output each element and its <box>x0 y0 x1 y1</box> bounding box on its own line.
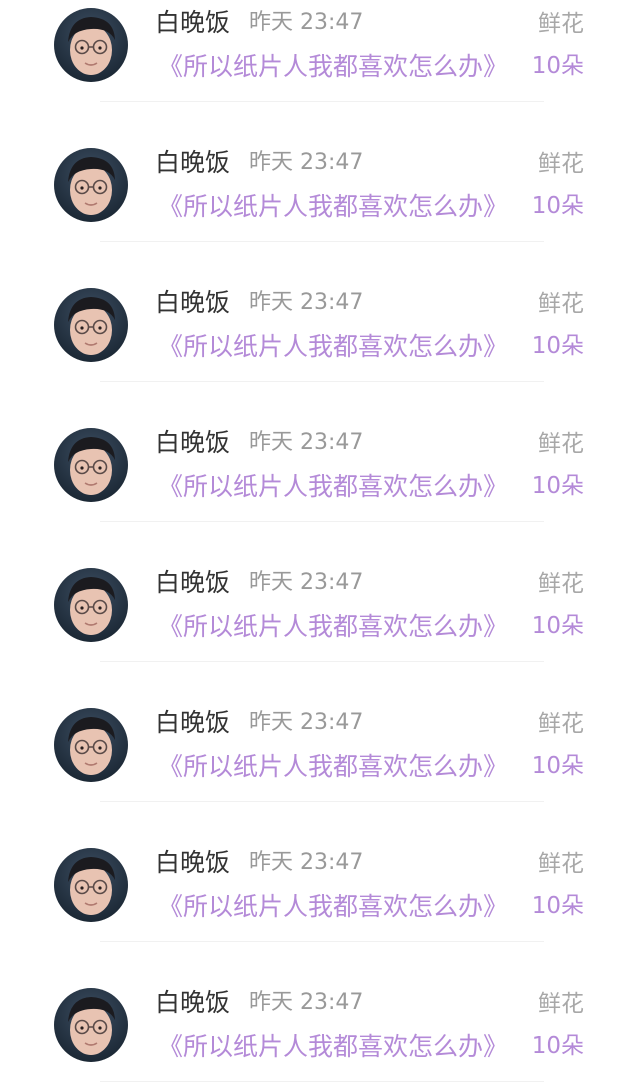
gift-type-label: 鲜花 <box>538 431 584 457</box>
gift-time: 昨天 23:47 <box>249 430 364 455</box>
list-item[interactable]: 白晚饭 昨天 23:47 《所以纸片人我都喜欢怎么办》 鲜花 10朵 <box>0 522 640 662</box>
list-item[interactable]: 白晚饭 昨天 23:47 《所以纸片人我都喜欢怎么办》 鲜花 10朵 <box>0 662 640 802</box>
list-item[interactable]: 白晚饭 昨天 23:47 《所以纸片人我都喜欢怎么办》 鲜花 10朵 <box>0 382 640 522</box>
user-name[interactable]: 白晚饭 <box>155 986 230 1020</box>
gift-count: 10朵 <box>531 753 584 779</box>
list-item[interactable]: 白晚饭 昨天 23:47 《所以纸片人我都喜欢怎么办》 鲜花 10朵 <box>0 942 640 1082</box>
user-avatar-icon[interactable] <box>54 428 128 502</box>
gift-time: 昨天 23:47 <box>249 570 364 595</box>
user-name[interactable]: 白晚饭 <box>155 846 230 880</box>
book-title-link[interactable]: 《所以纸片人我都喜欢怎么办》 <box>158 750 508 784</box>
gift-count: 10朵 <box>531 473 584 499</box>
user-name[interactable]: 白晚饭 <box>155 426 230 460</box>
user-avatar-icon[interactable] <box>54 568 128 642</box>
user-avatar-icon[interactable] <box>54 8 128 82</box>
gift-count: 10朵 <box>531 53 584 79</box>
user-name[interactable]: 白晚饭 <box>155 566 230 600</box>
gift-time: 昨天 23:47 <box>249 290 364 315</box>
list-item[interactable]: 白晚饭 昨天 23:47 《所以纸片人我都喜欢怎么办》 鲜花 10朵 <box>0 242 640 382</box>
book-title-link[interactable]: 《所以纸片人我都喜欢怎么办》 <box>158 890 508 924</box>
book-title-link[interactable]: 《所以纸片人我都喜欢怎么办》 <box>158 610 508 644</box>
gift-type-label: 鲜花 <box>538 11 584 37</box>
list-item[interactable]: 白晚饭 昨天 23:47 《所以纸片人我都喜欢怎么办》 鲜花 10朵 <box>0 0 640 102</box>
gift-type-label: 鲜花 <box>538 851 584 877</box>
book-title-link[interactable]: 《所以纸片人我都喜欢怎么办》 <box>158 50 508 84</box>
gift-time: 昨天 23:47 <box>249 710 364 735</box>
user-avatar-icon[interactable] <box>54 288 128 362</box>
gift-count: 10朵 <box>531 893 584 919</box>
gift-time: 昨天 23:47 <box>249 990 364 1015</box>
gift-count: 10朵 <box>531 613 584 639</box>
user-name[interactable]: 白晚饭 <box>155 6 230 40</box>
gift-count: 10朵 <box>531 193 584 219</box>
book-title-link[interactable]: 《所以纸片人我都喜欢怎么办》 <box>158 470 508 504</box>
list-item[interactable]: 白晚饭 昨天 23:47 《所以纸片人我都喜欢怎么办》 鲜花 10朵 <box>0 802 640 942</box>
gift-type-label: 鲜花 <box>538 991 584 1017</box>
user-name[interactable]: 白晚饭 <box>155 146 230 180</box>
gift-type-label: 鲜花 <box>538 711 584 737</box>
gift-time: 昨天 23:47 <box>249 850 364 875</box>
list-item[interactable]: 白晚饭 昨天 23:47 《所以纸片人我都喜欢怎么办》 鲜花 10朵 <box>0 102 640 242</box>
gift-type-label: 鲜花 <box>538 571 584 597</box>
user-avatar-icon[interactable] <box>54 708 128 782</box>
book-title-link[interactable]: 《所以纸片人我都喜欢怎么办》 <box>158 330 508 364</box>
gift-count: 10朵 <box>531 333 584 359</box>
gift-time: 昨天 23:47 <box>249 150 364 175</box>
gift-type-label: 鲜花 <box>538 291 584 317</box>
gift-count: 10朵 <box>531 1033 584 1059</box>
gift-time: 昨天 23:47 <box>249 10 364 35</box>
user-avatar-icon[interactable] <box>54 848 128 922</box>
book-title-link[interactable]: 《所以纸片人我都喜欢怎么办》 <box>158 190 508 224</box>
user-avatar-icon[interactable] <box>54 988 128 1062</box>
user-name[interactable]: 白晚饭 <box>155 706 230 740</box>
gift-type-label: 鲜花 <box>538 151 584 177</box>
user-name[interactable]: 白晚饭 <box>155 286 230 320</box>
book-title-link[interactable]: 《所以纸片人我都喜欢怎么办》 <box>158 1030 508 1064</box>
user-avatar-icon[interactable] <box>54 148 128 222</box>
gift-record-list: 白晚饭 昨天 23:47 《所以纸片人我都喜欢怎么办》 鲜花 10朵 白晚饭 昨… <box>0 0 640 1082</box>
